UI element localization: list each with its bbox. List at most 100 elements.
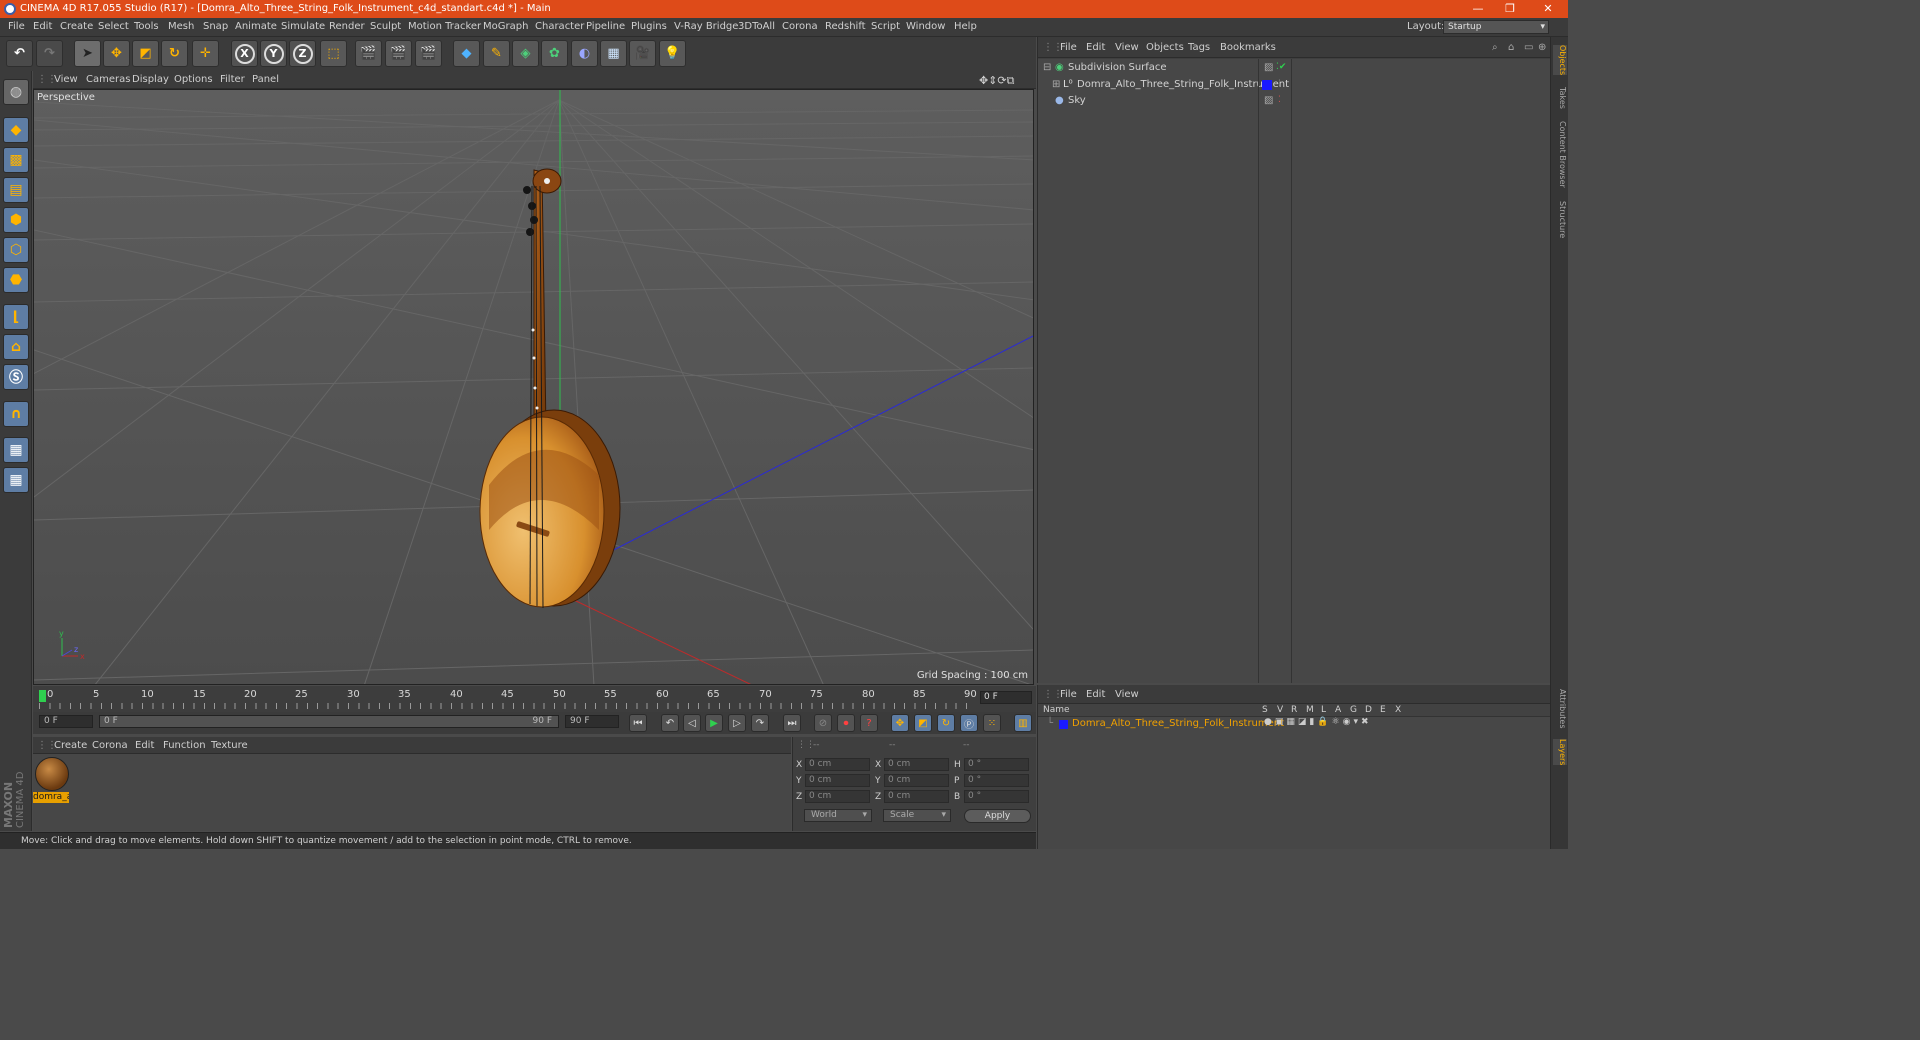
layer-col-xref[interactable]: X	[1395, 705, 1401, 715]
go-to-start-button[interactable]: ⏮	[629, 714, 647, 732]
menu-animate[interactable]: Animate	[235, 21, 277, 32]
viewport-menu-display[interactable]: Display	[132, 74, 169, 85]
viewport-menu-cameras[interactable]: Cameras	[86, 74, 130, 85]
viewport-menu-filter[interactable]: Filter	[220, 74, 245, 85]
workplane-align-button[interactable]: ▦	[3, 467, 29, 493]
material-menu-create[interactable]: Create	[54, 740, 87, 751]
position-z-field[interactable]: 0 cm	[805, 790, 870, 803]
menu-window[interactable]: Window	[906, 21, 945, 32]
menu-render[interactable]: Render	[329, 21, 365, 32]
key-pla-button[interactable]: ⁙	[983, 714, 1001, 732]
rotation-p-field[interactable]: 0 °	[964, 774, 1029, 787]
previous-frame-button[interactable]: ◁	[683, 714, 701, 732]
new-view-icon[interactable]: ▭	[1524, 42, 1533, 53]
tab-structure[interactable]: Structure	[1553, 201, 1567, 238]
layer-col-expressions[interactable]: E	[1380, 705, 1386, 715]
position-x-field[interactable]: 0 cm	[805, 758, 870, 771]
layer-col-generators[interactable]: G	[1350, 705, 1357, 715]
tab-takes[interactable]: Takes	[1553, 87, 1567, 109]
menu-motion-tracker[interactable]: Motion Tracker	[408, 21, 481, 32]
add-camera-button[interactable]: 🎥	[629, 40, 656, 67]
lm-menu-view[interactable]: View	[1115, 689, 1139, 700]
menu-plugins[interactable]: Plugins	[631, 21, 667, 32]
menu-help[interactable]: Help	[954, 21, 977, 32]
lm-menu-edit[interactable]: Edit	[1086, 689, 1105, 700]
next-frame-button[interactable]: ▷	[728, 714, 746, 732]
object-name[interactable]: Sky	[1068, 95, 1086, 106]
object-row[interactable]: ● Sky ▨ ⁚	[1038, 93, 1551, 109]
transform-mode-dropdown[interactable]: Scale ▾	[883, 809, 951, 822]
autokey-button[interactable]: ⏺	[837, 714, 855, 732]
model-mode-button[interactable]: ◆	[3, 117, 29, 143]
expand-icon[interactable]: ⊕	[1538, 42, 1546, 53]
add-spline-button[interactable]: ✎	[483, 40, 510, 67]
menu-edit[interactable]: Edit	[33, 21, 52, 32]
add-cube-button[interactable]: ◆	[453, 40, 480, 67]
menu-character[interactable]: Character	[535, 21, 584, 32]
redo-button[interactable]: ↷	[36, 40, 63, 67]
menu-3dtoall[interactable]: 3DToAll	[738, 21, 775, 32]
previous-key-button[interactable]: ↶	[661, 714, 679, 732]
object-row[interactable]: ⊞ L⁰ Domra_Alto_Three_String_Folk_Instru…	[1038, 77, 1551, 93]
axis-mode-button[interactable]: ⌊	[3, 304, 29, 330]
om-menu-edit[interactable]: Edit	[1086, 42, 1105, 53]
visibility-dots-icon[interactable]: ⁚✔	[1276, 62, 1286, 72]
om-menu-file[interactable]: File	[1060, 42, 1077, 53]
point-mode-button[interactable]: ⬢	[3, 207, 29, 233]
om-menu-bookmarks[interactable]: Bookmarks	[1220, 42, 1276, 53]
material-name[interactable]: domra_alto	[33, 792, 69, 803]
material-menu-texture[interactable]: Texture	[211, 740, 248, 751]
record-keys-button[interactable]: ⊘	[814, 714, 832, 732]
add-cloner-button[interactable]: ✿	[541, 40, 568, 67]
menu-corona[interactable]: Corona	[782, 21, 818, 32]
key-parameter-button[interactable]: Ⓟ	[960, 714, 978, 732]
tweak-mode-button[interactable]: ⌂	[3, 334, 29, 360]
timeline-window-button[interactable]: ▥	[1014, 714, 1032, 732]
polygon-mode-button[interactable]: ⬣	[3, 267, 29, 293]
rotation-h-field[interactable]: 0 °	[964, 758, 1029, 771]
visibility-dots-icon[interactable]: ⁚	[1278, 95, 1281, 105]
home-icon[interactable]: ⌂	[1508, 42, 1514, 53]
transform-tool-button[interactable]: ✛	[192, 40, 219, 67]
menu-pipeline[interactable]: Pipeline	[586, 21, 625, 32]
render-picture-viewer-button[interactable]: 🎬	[385, 40, 412, 67]
layer-color-swatch[interactable]	[1059, 720, 1068, 729]
magnet-button[interactable]: ∩	[3, 401, 29, 427]
timeline-ruler[interactable]: 0 5 10 15 20 25 30 35 40 45 50 55 60 65 …	[33, 686, 1036, 712]
om-menu-objects[interactable]: Objects	[1146, 42, 1184, 53]
end-frame-field[interactable]: 90 F	[565, 715, 619, 728]
tab-content-browser[interactable]: Content Browser	[1553, 121, 1567, 188]
layer-col-name[interactable]: Name	[1043, 705, 1070, 715]
lm-menu-file[interactable]: File	[1060, 689, 1077, 700]
undo-button[interactable]: ↶	[6, 40, 33, 67]
menu-create[interactable]: Create	[60, 21, 93, 32]
coordinate-mode-dropdown[interactable]: World ▾	[804, 809, 872, 822]
menu-select[interactable]: Select	[98, 21, 129, 32]
minimize-button[interactable]: —	[1460, 0, 1496, 18]
viewport-menu-view[interactable]: View	[54, 74, 78, 85]
snapping-button[interactable]: Ⓢ	[3, 364, 29, 390]
rotate-tool-button[interactable]: ↻	[161, 40, 188, 67]
menu-vray-bridge[interactable]: V-Ray Bridge	[674, 21, 738, 32]
texture-mode-button[interactable]: ▩	[3, 147, 29, 173]
tab-attributes[interactable]: Attributes	[1553, 689, 1567, 729]
play-button[interactable]: ▶	[705, 714, 723, 732]
visibility-dots-icon[interactable]: ⁚	[1278, 79, 1281, 89]
size-z-field[interactable]: 0 cm	[884, 790, 949, 803]
close-button[interactable]: ✕	[1530, 0, 1566, 18]
layer-col-manager[interactable]: M	[1306, 705, 1314, 715]
edge-mode-button[interactable]: ⬡	[3, 237, 29, 263]
menu-mesh[interactable]: Mesh	[168, 21, 194, 32]
coordinate-system-button[interactable]: ⬚	[320, 40, 347, 67]
add-deformer-button[interactable]: ◐	[571, 40, 598, 67]
playhead-marker[interactable]	[39, 690, 46, 702]
layer-col-solo[interactable]: S	[1262, 705, 1268, 715]
viewport-menu-panel[interactable]: Panel	[252, 74, 279, 85]
expand-icon[interactable]: ⊞	[1052, 79, 1060, 90]
lock-x-button[interactable]: X	[231, 40, 258, 67]
live-selection-button[interactable]: ➤	[74, 40, 101, 67]
tab-layers[interactable]: Layers	[1553, 739, 1567, 766]
menu-script[interactable]: Script	[871, 21, 900, 32]
menu-redshift[interactable]: Redshift	[825, 21, 866, 32]
edit-render-settings-button[interactable]: 🎬	[415, 40, 442, 67]
